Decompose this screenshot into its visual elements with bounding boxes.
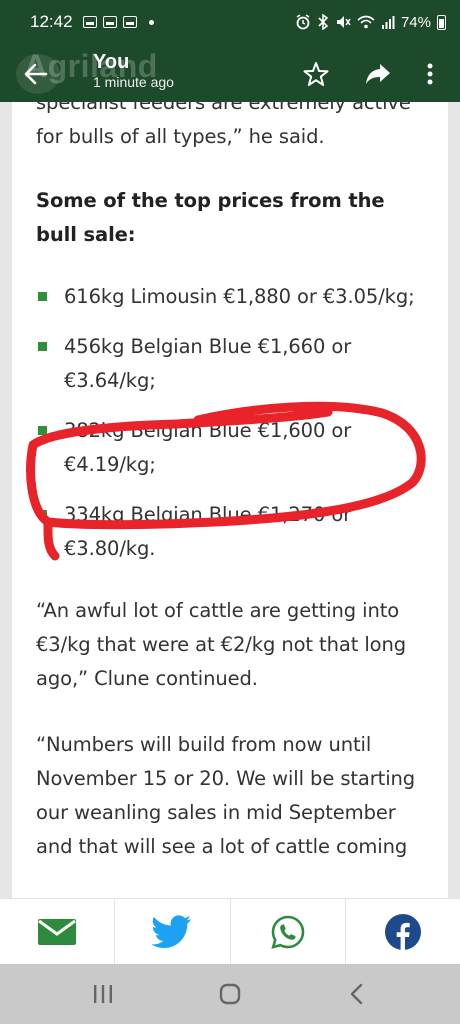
list-item: 334kg Belgian Blue €1,270 or €3.80/kg.	[36, 498, 424, 566]
price-text: 456kg Belgian Blue €1,660 or €3.64/kg;	[64, 335, 352, 392]
price-text: 616kg Limousin €1,880 or €3.05/kg;	[64, 285, 415, 308]
whatsapp-share-button[interactable]	[231, 899, 346, 964]
facebook-share-button[interactable]	[346, 899, 460, 964]
mute-icon	[336, 16, 351, 28]
status-left-icons	[82, 16, 154, 28]
article-body: specialist feeders are extremely active …	[36, 102, 424, 896]
battery-percent: 74%	[400, 13, 431, 31]
star-icon[interactable]	[302, 60, 330, 88]
list-item: 382kg Belgian Blue €1,600 or €4.19/kg;	[36, 414, 424, 482]
recent-apps-button[interactable]	[83, 974, 123, 1014]
quote-paragraph-2: “Numbers will build from now until Novem…	[36, 733, 416, 858]
notification-icon	[122, 16, 137, 28]
page-subtitle: 1 minute ago	[93, 74, 174, 90]
intro-paragraph: specialist feeders are extremely active …	[36, 102, 424, 154]
dot-icon	[148, 19, 154, 25]
partial-line: specialist feeders are extremely active	[36, 102, 411, 114]
title-block: You 1 minute ago	[93, 50, 174, 90]
bluetooth-icon	[318, 14, 329, 30]
app-bar: Agriland You 1 minute ago	[0, 44, 460, 102]
list-item: 616kg Limousin €1,880 or €3.05/kg;	[36, 280, 424, 314]
system-nav-bar	[0, 964, 460, 1024]
email-icon	[38, 918, 77, 945]
bullet-icon	[38, 426, 47, 435]
whatsapp-icon	[270, 915, 304, 949]
price-text: 382kg Belgian Blue €1,600 or €4.19/kg;	[64, 419, 352, 476]
status-time: 12:42	[30, 12, 73, 31]
notification-icon	[102, 16, 117, 28]
bullet-icon	[38, 292, 47, 301]
more-vert-icon[interactable]	[416, 60, 444, 88]
back-icon	[350, 983, 362, 1005]
home-button[interactable]	[210, 974, 250, 1014]
status-bar: 12:42 74%	[0, 0, 460, 44]
back-arrow-icon[interactable]	[22, 60, 50, 88]
email-share-button[interactable]	[0, 899, 116, 964]
gallery-icon	[82, 16, 97, 28]
wifi-icon	[357, 15, 375, 29]
alarm-icon	[296, 14, 310, 30]
twitter-share-button[interactable]	[115, 899, 231, 964]
facebook-icon	[384, 913, 421, 950]
bullet-icon	[38, 510, 47, 519]
twitter-icon	[152, 914, 192, 948]
intro-tail: for bulls of all types,” he said.	[36, 125, 325, 148]
status-right-icons: 74%	[295, 14, 446, 31]
quote-paragraph-1: “An awful lot of cattle are getting into…	[36, 599, 407, 690]
bullet-icon	[38, 342, 47, 351]
battery-icon	[437, 14, 446, 30]
home-icon	[219, 983, 241, 1005]
share-icon[interactable]	[364, 60, 392, 88]
signal-icon	[381, 16, 395, 29]
share-bar	[0, 898, 460, 964]
list-item: 456kg Belgian Blue €1,660 or €3.64/kg;	[36, 330, 424, 398]
nav-back-button[interactable]	[337, 974, 377, 1014]
recent-apps-icon	[94, 985, 113, 1003]
price-text: 334kg Belgian Blue €1,270 or €3.80/kg.	[64, 503, 352, 560]
price-list: 616kg Limousin €1,880 or €3.05/kg; 456kg…	[36, 280, 424, 566]
section-heading: Some of the top prices from the bull sal…	[36, 189, 385, 246]
page-title: You	[93, 51, 130, 73]
article-content[interactable]: specialist feeders are extremely active …	[12, 102, 448, 898]
